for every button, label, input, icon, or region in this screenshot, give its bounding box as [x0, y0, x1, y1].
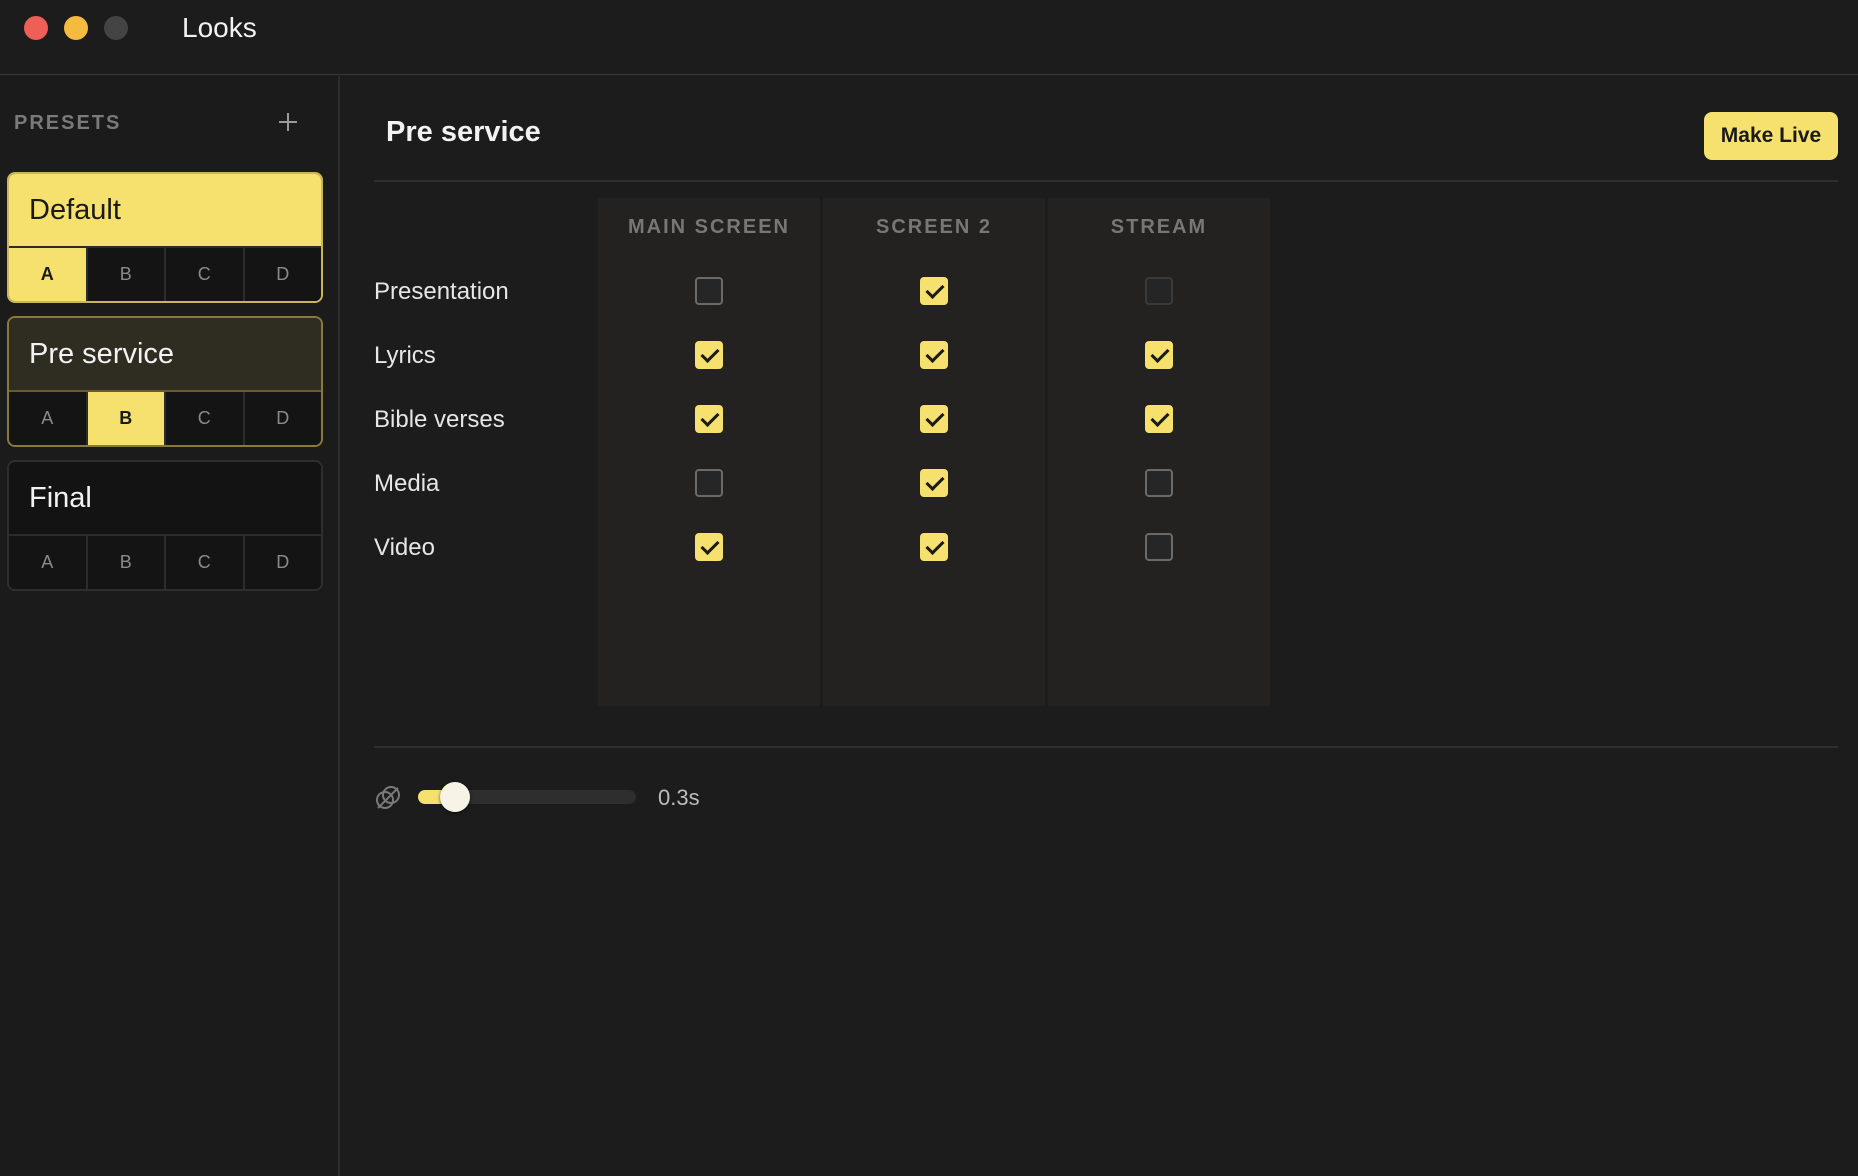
look-title: Pre service	[386, 116, 541, 148]
look-editor: Pre service Make Live MAIN SCREEN SCREEN…	[342, 76, 1858, 1176]
column-header-screen-2: SCREEN 2	[875, 216, 993, 238]
slot-c[interactable]: C	[166, 536, 245, 589]
slider-thumb[interactable]	[439, 782, 470, 812]
add-preset-button[interactable]	[272, 106, 304, 138]
divider	[374, 746, 1838, 748]
checkbox-bible-verses-stream[interactable]	[1145, 405, 1173, 433]
maximize-window-button[interactable]	[104, 16, 128, 40]
preset-name[interactable]: Pre service	[9, 318, 321, 390]
checkbox-bible-verses-main-screen[interactable]	[695, 405, 723, 433]
slot-b[interactable]: B	[87, 536, 166, 589]
preset-slots: A B C D	[9, 534, 321, 589]
preset-name[interactable]: Default	[9, 174, 321, 246]
presets-header: PRESETS	[14, 108, 304, 138]
checkbox-video-screen-2[interactable]	[920, 533, 948, 561]
row-label-bible-verses: Bible verses	[374, 406, 505, 433]
row-label-media: Media	[374, 470, 440, 497]
checkbox-video-stream[interactable]	[1145, 533, 1173, 561]
column-main-screen	[598, 198, 820, 706]
slot-c[interactable]: C	[166, 392, 245, 445]
column-header-main-screen: MAIN SCREEN	[627, 216, 790, 238]
column-header-stream: STREAM	[1110, 216, 1208, 238]
slot-a[interactable]: A	[9, 248, 88, 301]
preset-slots: A B C D	[9, 390, 321, 445]
slot-d[interactable]: D	[244, 536, 321, 589]
window-title: Looks	[182, 12, 257, 43]
preset-final[interactable]: Final A B C D	[7, 460, 323, 591]
column-stream	[1048, 198, 1270, 706]
slot-b[interactable]: B	[87, 248, 166, 301]
slot-b[interactable]: B	[87, 392, 166, 445]
checkbox-presentation-main-screen[interactable]	[695, 277, 723, 305]
slot-d[interactable]: D	[244, 392, 321, 445]
checkbox-presentation-stream[interactable]	[1145, 277, 1173, 305]
preset-default[interactable]: Default A B C D	[7, 172, 323, 303]
slot-d[interactable]: D	[244, 248, 321, 301]
transition-duration-value: 0.3s	[658, 785, 700, 810]
row-label-presentation: Presentation	[374, 278, 509, 305]
slot-a[interactable]: A	[9, 536, 88, 589]
checkbox-presentation-screen-2[interactable]	[920, 277, 948, 305]
title-bar: Looks	[0, 0, 1858, 75]
preset-name[interactable]: Final	[9, 462, 321, 534]
checkbox-video-main-screen[interactable]	[695, 533, 723, 561]
slot-a[interactable]: A	[9, 392, 88, 445]
checkbox-lyrics-screen-2[interactable]	[920, 341, 948, 369]
preset-pre-service[interactable]: Pre service A B C D	[7, 316, 323, 447]
checkbox-media-main-screen[interactable]	[695, 469, 723, 497]
checkbox-lyrics-main-screen[interactable]	[695, 341, 723, 369]
close-window-button[interactable]	[24, 16, 48, 40]
transition-duration-slider[interactable]	[418, 782, 636, 812]
presets-sidebar: PRESETS Default A B C D Pre service A B …	[0, 76, 340, 1176]
slot-c[interactable]: C	[166, 248, 245, 301]
row-label-video: Video	[374, 534, 435, 561]
checkbox-media-stream[interactable]	[1145, 469, 1173, 497]
transition-link-icon[interactable]	[374, 784, 402, 812]
divider	[374, 180, 1838, 182]
checkbox-bible-verses-screen-2[interactable]	[920, 405, 948, 433]
make-live-button[interactable]: Make Live	[1704, 112, 1838, 160]
row-label-lyrics: Lyrics	[374, 342, 436, 369]
checkbox-media-screen-2[interactable]	[920, 469, 948, 497]
column-screen-2	[823, 198, 1045, 706]
presets-title: PRESETS	[14, 112, 122, 134]
preset-slots: A B C D	[9, 246, 321, 301]
checkbox-lyrics-stream[interactable]	[1145, 341, 1173, 369]
minimize-window-button[interactable]	[64, 16, 88, 40]
